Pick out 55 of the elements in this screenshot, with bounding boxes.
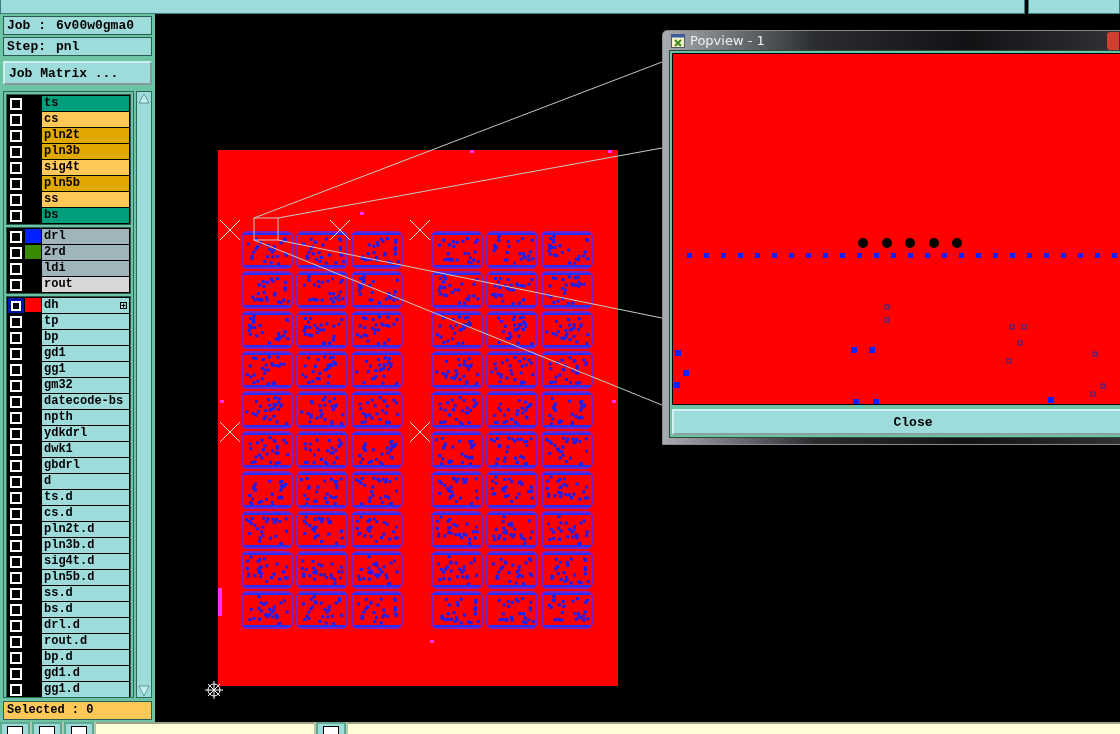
- layer-item[interactable]: bs.d: [42, 602, 129, 617]
- close-button[interactable]: Close: [672, 409, 1120, 435]
- layer-item[interactable]: bp.d: [42, 650, 129, 665]
- origin-icon: [204, 680, 224, 700]
- layer-item[interactable]: pln5b.d: [42, 570, 129, 585]
- layer-item[interactable]: rout.d: [42, 634, 129, 649]
- layer-item[interactable]: pln5b: [42, 176, 129, 191]
- layer-item[interactable]: ydkdrl: [42, 426, 129, 441]
- layer-item[interactable]: drl: [42, 229, 129, 244]
- job-matrix-button[interactable]: Job Matrix ...: [3, 61, 152, 85]
- layer-item[interactable]: npth: [42, 410, 129, 425]
- layer-item[interactable]: pln3b.d: [42, 538, 129, 553]
- layer-item[interactable]: cs: [42, 112, 129, 127]
- input-field[interactable]: [348, 722, 1120, 734]
- job-name: 6v00w0gma0: [56, 18, 135, 33]
- layer-item[interactable]: ldi: [42, 261, 129, 276]
- layer-item[interactable]: d: [42, 474, 129, 489]
- job-label: Job :: [7, 18, 46, 33]
- layer-item[interactable]: ts: [42, 96, 129, 111]
- layer-item[interactable]: dh: [42, 298, 129, 313]
- zoom-frame: [253, 217, 279, 241]
- layer-item[interactable]: pln3b: [42, 144, 129, 159]
- layer-item[interactable]: gbdrl: [42, 458, 129, 473]
- layer-item[interactable]: pln2t.d: [42, 522, 129, 537]
- layer-item[interactable]: drl.d: [42, 618, 129, 633]
- layer-item[interactable]: gg1: [42, 362, 129, 377]
- layer-item[interactable]: pln2t: [42, 128, 129, 143]
- layer-item[interactable]: sig4t: [42, 160, 129, 175]
- input-field[interactable]: [96, 722, 314, 734]
- layer-item[interactable]: ss: [42, 192, 129, 207]
- layer-item[interactable]: gg1.d: [42, 682, 129, 697]
- layer-item[interactable]: dwk1: [42, 442, 129, 457]
- toolbar-button[interactable]: [64, 722, 94, 734]
- layer-item[interactable]: cs.d: [42, 506, 129, 521]
- layer-item[interactable]: ts.d: [42, 490, 129, 505]
- toolbar-button[interactable]: [0, 722, 30, 734]
- step-name: pnl: [56, 39, 80, 54]
- layer-item[interactable]: gm32: [42, 378, 129, 393]
- layer-item[interactable]: bp: [42, 330, 129, 345]
- layer-item[interactable]: ss.d: [42, 586, 129, 601]
- layer-item[interactable]: gd1: [42, 346, 129, 361]
- toolbar-button[interactable]: [32, 722, 62, 734]
- window-title: Popview - 1: [690, 33, 765, 48]
- expand-icon[interactable]: [120, 302, 127, 309]
- step-label: Step:: [7, 39, 46, 54]
- layer-item[interactable]: bs: [42, 208, 129, 223]
- layer-item[interactable]: datecode-bs: [42, 394, 129, 409]
- layer-item[interactable]: tp: [42, 314, 129, 329]
- layer-item[interactable]: 2rd: [42, 245, 129, 260]
- window-app-icon: [671, 33, 685, 48]
- toolbar-button[interactable]: [316, 722, 346, 734]
- layer-item[interactable]: sig4t.d: [42, 554, 129, 569]
- layer-item[interactable]: rout: [42, 277, 129, 292]
- selected-count: Selected : 0: [3, 701, 152, 720]
- layer-item[interactable]: gd1.d: [42, 666, 129, 681]
